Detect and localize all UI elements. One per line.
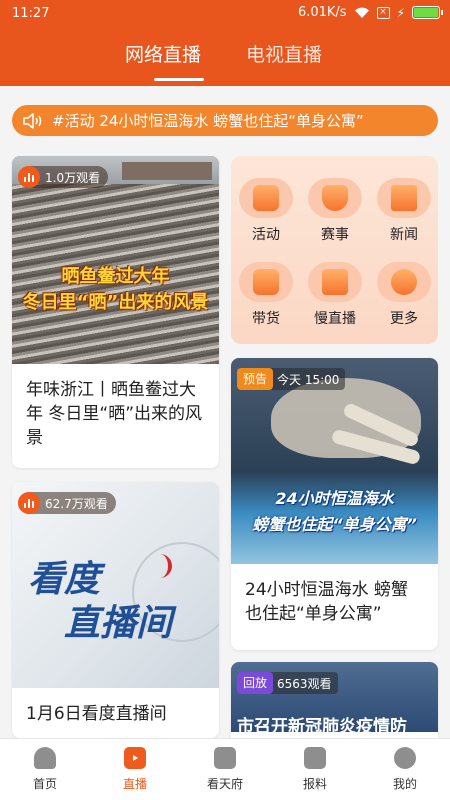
thumbnail-caption: 晒鱼鲞过大年 冬日里“晒”出来的风景 [12,264,219,316]
card-thumbnail: 预告 今天 15:00 24小时恒温海水 螃蟹也住起“单身公寓” [231,358,438,564]
nav-label: 我的 [392,777,417,791]
thumbnail-caption: 市召开新冠肺炎疫情防 [237,717,407,732]
bottom-navigation: 首页 直播 看天府 报料 我的 [0,738,450,800]
trophy-icon [322,185,348,211]
charging-icon: ⚡ [396,5,405,20]
function-label: 慢直播 [314,311,356,327]
thumbnail-caption-2: 直播间 [64,602,173,644]
view-count-badge: 1.0万观看 [18,166,109,188]
ticker-text: #活动 24小时恒温海水 螃蟹也住起“单身公寓” [52,112,364,130]
schedule-badge: 预告 今天 15:00 [237,368,346,390]
status-time: 11:27 [12,6,50,21]
card-thumbnail: 回放 6563观看 市召开新冠肺炎疫情防 [231,662,438,732]
speaker-icon [23,112,42,129]
nav-report[interactable]: 报料 [285,747,345,792]
function-label: 新闻 [390,227,418,243]
nav-kantianfu[interactable]: 看天府 [195,747,255,792]
battery-icon [412,6,443,19]
more-dots-icon [391,269,417,295]
caption-line-1: 晒鱼鲞过大年 [61,266,170,287]
home-icon [34,747,56,769]
caption-line-1: 24小时恒温海水 [275,489,394,508]
tv-icon [124,747,146,769]
schedule-time: 今天 15:00 [277,372,340,387]
document-icon [214,747,236,769]
sim-off-icon: × [376,6,390,19]
live-card-fish[interactable]: 1.0万观看 晒鱼鲞过大年 冬日里“晒”出来的风景 年味浙江丨晒鱼鲞过大年 冬日… [12,156,219,468]
view-count: 6563观看 [277,676,332,691]
function-contest[interactable]: 赛事 [305,178,365,244]
tab-indicator [154,78,204,81]
user-icon [394,747,416,769]
card-title: 1月6日看度直播间 [26,704,167,724]
announcement-ticker[interactable]: #活动 24小时恒温海水 螃蟹也住起“单身公寓” [12,105,438,136]
view-count: 62.7万观看 [45,496,108,511]
tab-online-live[interactable]: 网络直播 [125,40,201,67]
function-label: 赛事 [321,227,349,243]
tab-tv-live[interactable]: 电视直播 [246,40,322,67]
status-bar: 11:27 6.01K/s × ⚡ [0,0,450,28]
nav-live[interactable]: 直播 [105,747,165,792]
live-tabs: 网络直播 电视直播 [0,40,450,81]
app-header: 11:27 6.01K/s × ⚡ 网络直播 电视直播 [0,0,450,86]
view-count-badge: 62.7万观看 [18,492,116,514]
replay-tag: 回放 [237,672,274,694]
live-bars-icon [18,166,40,188]
card-title: 24小时恒温海水 螃蟹也住起“单身公寓” [245,580,409,624]
card-thumbnail: 1.0万观看 晒鱼鲞过大年 冬日里“晒”出来的风景 [12,156,219,364]
function-shopping[interactable]: 带货 [236,262,296,328]
nav-label: 看天府 [206,777,243,791]
nav-home[interactable]: 首页 [15,747,75,792]
card-title: 年味浙江丨晒鱼鲞过大年 冬日里“晒”出来的风景 [26,380,203,448]
nav-label: 直播 [122,777,147,791]
live-card-replay[interactable]: 回放 6563观看 市召开新冠肺炎疫情防 [231,662,438,738]
caption-line-2: 螃蟹也住起“单身公寓” [252,515,417,534]
function-label: 带货 [252,311,280,327]
function-label: 更多 [390,311,418,327]
function-label: 活动 [252,227,280,243]
live-card-kandu[interactable]: 62.7万观看 看度 直播间 1月6日看度直播间 [12,482,219,738]
preview-tag: 预告 [237,368,274,390]
thumbnail-caption: 24小时恒温海水 螃蟹也住起“单身公寓” [231,486,438,538]
caption-line-2: 冬日里“晒”出来的风景 [22,292,209,313]
report-icon [304,747,326,769]
view-count: 1.0万观看 [45,170,101,185]
shopping-bag-icon [253,269,279,295]
function-slow-live[interactable]: 慢直播 [305,262,365,328]
video-icon [322,269,348,295]
live-bars-icon [18,492,40,514]
nav-label: 报料 [302,777,327,791]
function-activity[interactable]: 活动 [236,178,296,244]
replay-badge: 回放 6563观看 [237,672,338,694]
function-more[interactable]: 更多 [374,262,434,328]
function-grid: 活动 赛事 新闻 带货 慢直播 更多 [231,156,438,344]
card-thumbnail: 62.7万观看 看度 直播间 [12,482,219,688]
wifi-icon [354,7,369,18]
nav-mine[interactable]: 我的 [375,747,435,792]
live-card-crab[interactable]: 预告 今天 15:00 24小时恒温海水 螃蟹也住起“单身公寓” 24小时恒温海… [231,358,438,650]
status-indicators: 6.01K/s × ⚡ [297,5,443,20]
function-news[interactable]: 新闻 [374,178,434,244]
nav-label: 首页 [32,777,57,791]
gift-icon [253,185,279,211]
network-speed: 6.01K/s [297,5,347,20]
newspaper-icon [391,185,417,211]
